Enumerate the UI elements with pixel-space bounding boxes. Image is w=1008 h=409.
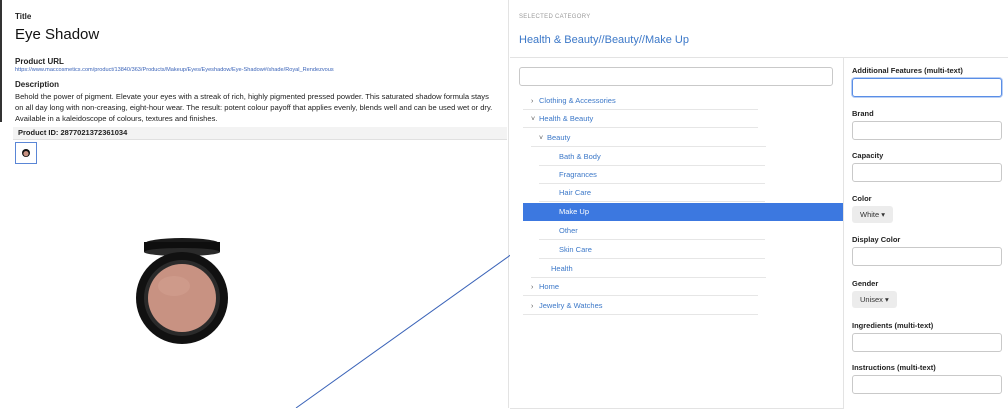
tree-item-health[interactable]: Health [531, 260, 766, 278]
category-panel: SELECTED CATEGORY Health & Beauty//Beaut… [510, 0, 1008, 409]
url-label: Product URL [15, 57, 64, 66]
tree-item-label: Jewelry & Watches [539, 301, 603, 310]
instructions-input[interactable] [852, 375, 1002, 394]
gender-label: Gender [852, 279, 879, 288]
capacity-input[interactable] [852, 163, 1002, 182]
product-description: Behold the power of pigment. Elevate you… [15, 92, 493, 123]
display-color-input[interactable] [852, 247, 1002, 266]
description-label: Description [15, 80, 60, 89]
tree-item-label: Other [559, 226, 578, 235]
tree-item-label: Beauty [547, 133, 571, 142]
brand-label: Brand [852, 109, 874, 118]
tree-item-label: Clothing & Accessories [539, 96, 616, 105]
chevron-right-icon: › [531, 303, 534, 310]
product-id-row: Product ID: 2877021372361034 [13, 127, 507, 140]
product-panel: Title Eye Shadow Product URL https://www… [0, 0, 509, 408]
tree-item-label: Hair Care [559, 188, 592, 197]
tree-item-make-up[interactable]: Make Up [523, 203, 843, 221]
tree-item-clothing-accessories[interactable]: › Clothing & Accessories [523, 92, 758, 110]
tree-item-label: Bath & Body [559, 152, 601, 161]
product-id: Product ID: 2877021372361034 [18, 128, 128, 137]
category-tree: › Clothing & Accessories ˅ Health & Beauty… [510, 58, 844, 409]
product-thumbnail[interactable] [15, 142, 37, 164]
ingredients-input[interactable] [852, 333, 1002, 352]
brand-input[interactable] [852, 121, 1002, 140]
tree-item-label: Home [539, 282, 560, 291]
tree-item-bath-body[interactable]: Bath & Body [539, 148, 765, 166]
attributes-panel: Additional Features (multi-text) Brand C… [846, 58, 1008, 408]
chevron-down-icon: ˅ [539, 135, 544, 142]
title-label: Title [15, 12, 32, 21]
tree-item-skin-care[interactable]: Skin Care [539, 241, 765, 259]
tree-item-jewelry-watches[interactable]: › Jewelry & Watches [523, 297, 758, 315]
selected-category-path: Health & Beauty//Beauty//Make Up [519, 34, 689, 46]
tree-item-label: Make Up [559, 207, 590, 216]
product-url-link[interactable]: https://www.maccosmetics.com/product/138… [15, 67, 334, 73]
category-search-input[interactable] [519, 67, 833, 86]
tree-item-fragrances[interactable]: Fragrances [539, 166, 765, 184]
color-dropdown[interactable]: White ▾ [852, 206, 894, 223]
chevron-right-icon: › [531, 284, 534, 291]
chevron-down-icon: ˅ [531, 116, 536, 123]
capacity-label: Capacity [852, 151, 884, 160]
product-title: Eye Shadow [15, 26, 100, 43]
ingredients-label: Ingredients (multi-text) [852, 321, 934, 330]
tree-item-beauty[interactable]: ˅ Beauty [531, 129, 766, 147]
additional-features-label: Additional Features (multi-text) [852, 66, 963, 75]
tree-item-hair-care[interactable]: Hair Care [539, 184, 765, 202]
tree-item-home[interactable]: › Home [523, 278, 758, 296]
tree-item-other[interactable]: Other [539, 222, 765, 240]
tree-item-label: Fragrances [559, 170, 597, 179]
tree-item-label: Health [551, 264, 573, 273]
tree-item-health-beauty[interactable]: ˅ Health & Beauty [523, 110, 758, 128]
instructions-label: Instructions (multi-text) [852, 363, 936, 372]
tree-item-label: Skin Care [559, 245, 592, 254]
additional-features-input[interactable] [852, 78, 1002, 97]
chevron-right-icon: › [531, 98, 534, 105]
selected-category-caption: SELECTED CATEGORY [519, 14, 591, 20]
section-accent-bar [0, 0, 2, 122]
tree-item-label: Health & Beauty [539, 114, 594, 123]
eyeshadow-compact-image [136, 238, 228, 344]
gender-dropdown[interactable]: Unisex ▾ [852, 291, 897, 308]
display-color-label: Display Color [852, 235, 901, 244]
color-label: Color [852, 194, 872, 203]
thumbnail-compact-icon [22, 149, 30, 157]
